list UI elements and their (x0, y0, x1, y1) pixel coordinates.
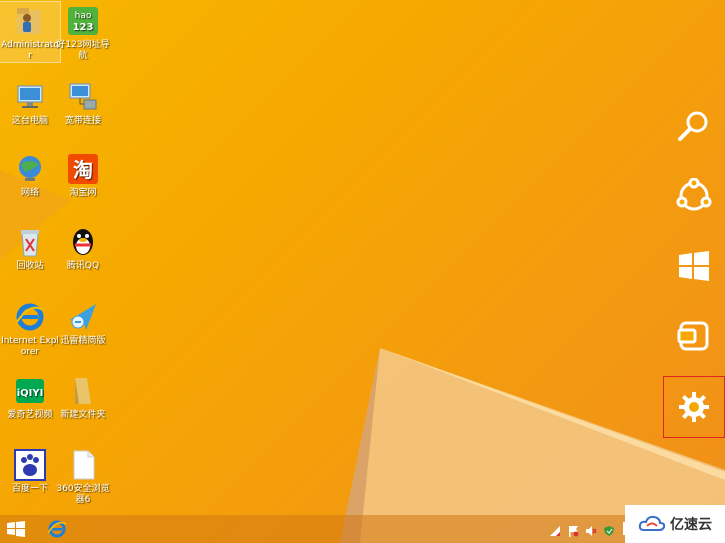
desktop-icon-taobao[interactable]: 淘 淘宝网 (53, 150, 113, 199)
desktop-icon-label: 淘宝网 (69, 188, 97, 198)
desktop-icon-label: Administrator (1, 40, 59, 61)
desktop-icon-iqiyi[interactable]: iQIYI 爱奇艺视频 (0, 372, 60, 421)
desktop-icon-baidu[interactable]: 百度一下 (0, 446, 60, 495)
desktop-icon-label: 百度一下 (11, 484, 48, 494)
desktop-icon-internet-explorer[interactable]: Internet Explorer (0, 298, 60, 358)
desktop-icon-label: 好123网址导航 (56, 40, 110, 61)
desktop-icon-label: 迅雷精简版 (60, 336, 106, 346)
windows-start-icon (679, 251, 709, 281)
internet-explorer-icon[interactable] (46, 518, 68, 540)
taskbar: M (0, 515, 725, 543)
watermark-text: 亿速云 (670, 517, 712, 533)
desktop-icon-administrator[interactable]: Administrator (0, 1, 61, 63)
computer-icon (13, 80, 47, 114)
security-shield-icon[interactable] (603, 522, 615, 536)
desktop-icon-360-browser[interactable]: 360安全浏览器6 (53, 446, 113, 506)
windows-start-icon[interactable] (6, 520, 26, 538)
baidu-paw-icon (13, 448, 47, 482)
search-icon (678, 111, 708, 141)
recycle-bin-icon (13, 225, 47, 259)
desktop-icon-qq[interactable]: 腾讯QQ (53, 223, 113, 272)
desktop-icon-label: 宽带连接 (64, 116, 101, 126)
xunlei-bird-icon (66, 300, 100, 334)
volume-muted-icon[interactable] (585, 522, 597, 536)
taobao-icon: 淘 (66, 152, 100, 186)
folder-icon (66, 374, 100, 408)
desktop-icon-network[interactable]: 网络 (0, 150, 60, 199)
flag-icon[interactable] (567, 522, 579, 537)
watermark: 亿速云 (625, 505, 725, 543)
desktop-icon-label: 回收站 (16, 261, 44, 271)
desktop-icon-label: 腾讯QQ (66, 261, 100, 271)
network-signal-icon[interactable] (549, 522, 561, 536)
hao-text: hao (75, 11, 92, 21)
desktop-icon-xunlei[interactable]: 迅雷精简版 (53, 298, 113, 347)
cloud-logo-icon (638, 515, 666, 531)
internet-explorer-icon (13, 300, 47, 334)
desktop-icon-label: 新建文件夹 (60, 410, 106, 420)
hao123-icon: hao 123 (66, 4, 100, 38)
user-folder-icon (13, 4, 47, 38)
network-globe-icon (13, 152, 47, 186)
taobao-glyph: 淘 (73, 158, 93, 182)
share-icon (676, 178, 712, 211)
document-icon (66, 448, 100, 482)
desktop-icon-recycle-bin[interactable]: 回收站 (0, 223, 60, 272)
devices-icon (677, 321, 709, 351)
system-tray (549, 522, 615, 537)
desktop-icon-label: 爱奇艺视频 (7, 410, 53, 420)
gear-icon (679, 392, 709, 422)
desktop-icon-broadband[interactable]: 宽带连接 (53, 78, 113, 127)
charm-share[interactable] (663, 165, 725, 227)
desktop-icon-this-pc[interactable]: 这台电脑 (0, 78, 60, 127)
charm-settings[interactable] (663, 376, 725, 438)
iqiyi-glyph: iQIYI (17, 388, 44, 399)
desktop-icon-label: Internet Explorer (1, 336, 59, 357)
charm-start[interactable] (663, 235, 725, 297)
desktop-icon-hao123[interactable]: hao 123 好123网址导航 (53, 2, 113, 62)
charm-devices[interactable] (663, 305, 725, 367)
charm-search[interactable] (663, 95, 725, 157)
desktop-icon-label: 360安全浏览器6 (56, 484, 110, 505)
desktop-icon-label: 网络 (20, 188, 39, 198)
qq-penguin-icon (66, 225, 100, 259)
desktop-icon-label: 这台电脑 (11, 116, 48, 126)
iqiyi-icon: iQIYI (13, 374, 47, 408)
hao-number: 123 (73, 22, 94, 33)
network-connection-icon (66, 80, 100, 114)
desktop-icon-new-folder[interactable]: 新建文件夹 (53, 372, 113, 421)
